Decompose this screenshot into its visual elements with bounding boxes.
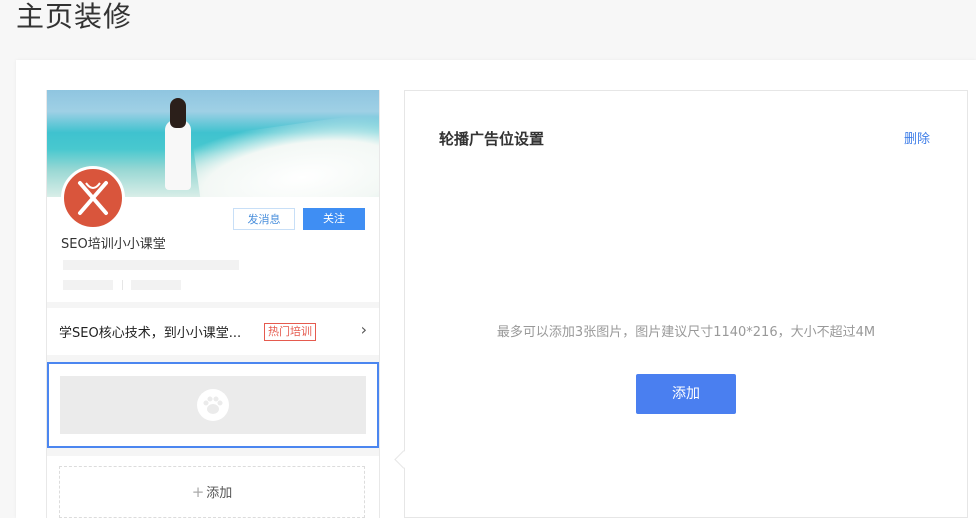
placeholder-line <box>63 280 113 290</box>
carousel-settings-panel: 轮播广告位设置 删除 最多可以添加3张图片，图片建议尺寸1140*216，大小不… <box>404 90 968 518</box>
plus-icon: + <box>191 483 205 501</box>
promo-text: 学SEO核心技术，到小小课堂... <box>59 326 242 341</box>
carousel-module-selected[interactable] <box>47 362 379 448</box>
add-module-label: 添加 <box>206 486 233 501</box>
follow-button[interactable]: 关注 <box>303 208 365 230</box>
upload-hint: 最多可以添加3张图片，图片建议尺寸1140*216，大小不超过4M <box>496 325 876 340</box>
send-message-button[interactable]: 发消息 <box>233 208 295 230</box>
avatar[interactable] <box>61 166 125 230</box>
chevron-right-icon: › <box>360 320 367 339</box>
paw-icon <box>197 389 229 421</box>
placeholder-divider <box>122 280 123 290</box>
shop-name: SEO培训小小课堂 <box>61 237 166 252</box>
placeholder-line <box>63 260 239 270</box>
mobile-preview: 发消息 关注 SEO培训小小课堂 学SEO核心技术，到小小课堂... 热门培训 … <box>46 90 380 518</box>
placeholder-line <box>131 280 181 290</box>
avatar-logo-icon <box>78 181 108 215</box>
promo-row[interactable]: 学SEO核心技术，到小小课堂... 热门培训 › <box>47 308 379 355</box>
profile-card: 发消息 关注 SEO培训小小课堂 <box>47 90 379 302</box>
carousel-placeholder <box>60 376 366 434</box>
settings-title: 轮播广告位设置 <box>439 130 545 148</box>
page-title: 主页装修 <box>16 0 133 33</box>
delete-link[interactable]: 删除 <box>904 128 930 147</box>
add-image-button[interactable]: 添加 <box>636 374 736 414</box>
add-module-button[interactable]: + 添加 <box>59 466 365 518</box>
add-module-block: + 添加 <box>47 456 379 518</box>
promo-badge: 热门培训 <box>264 323 316 341</box>
